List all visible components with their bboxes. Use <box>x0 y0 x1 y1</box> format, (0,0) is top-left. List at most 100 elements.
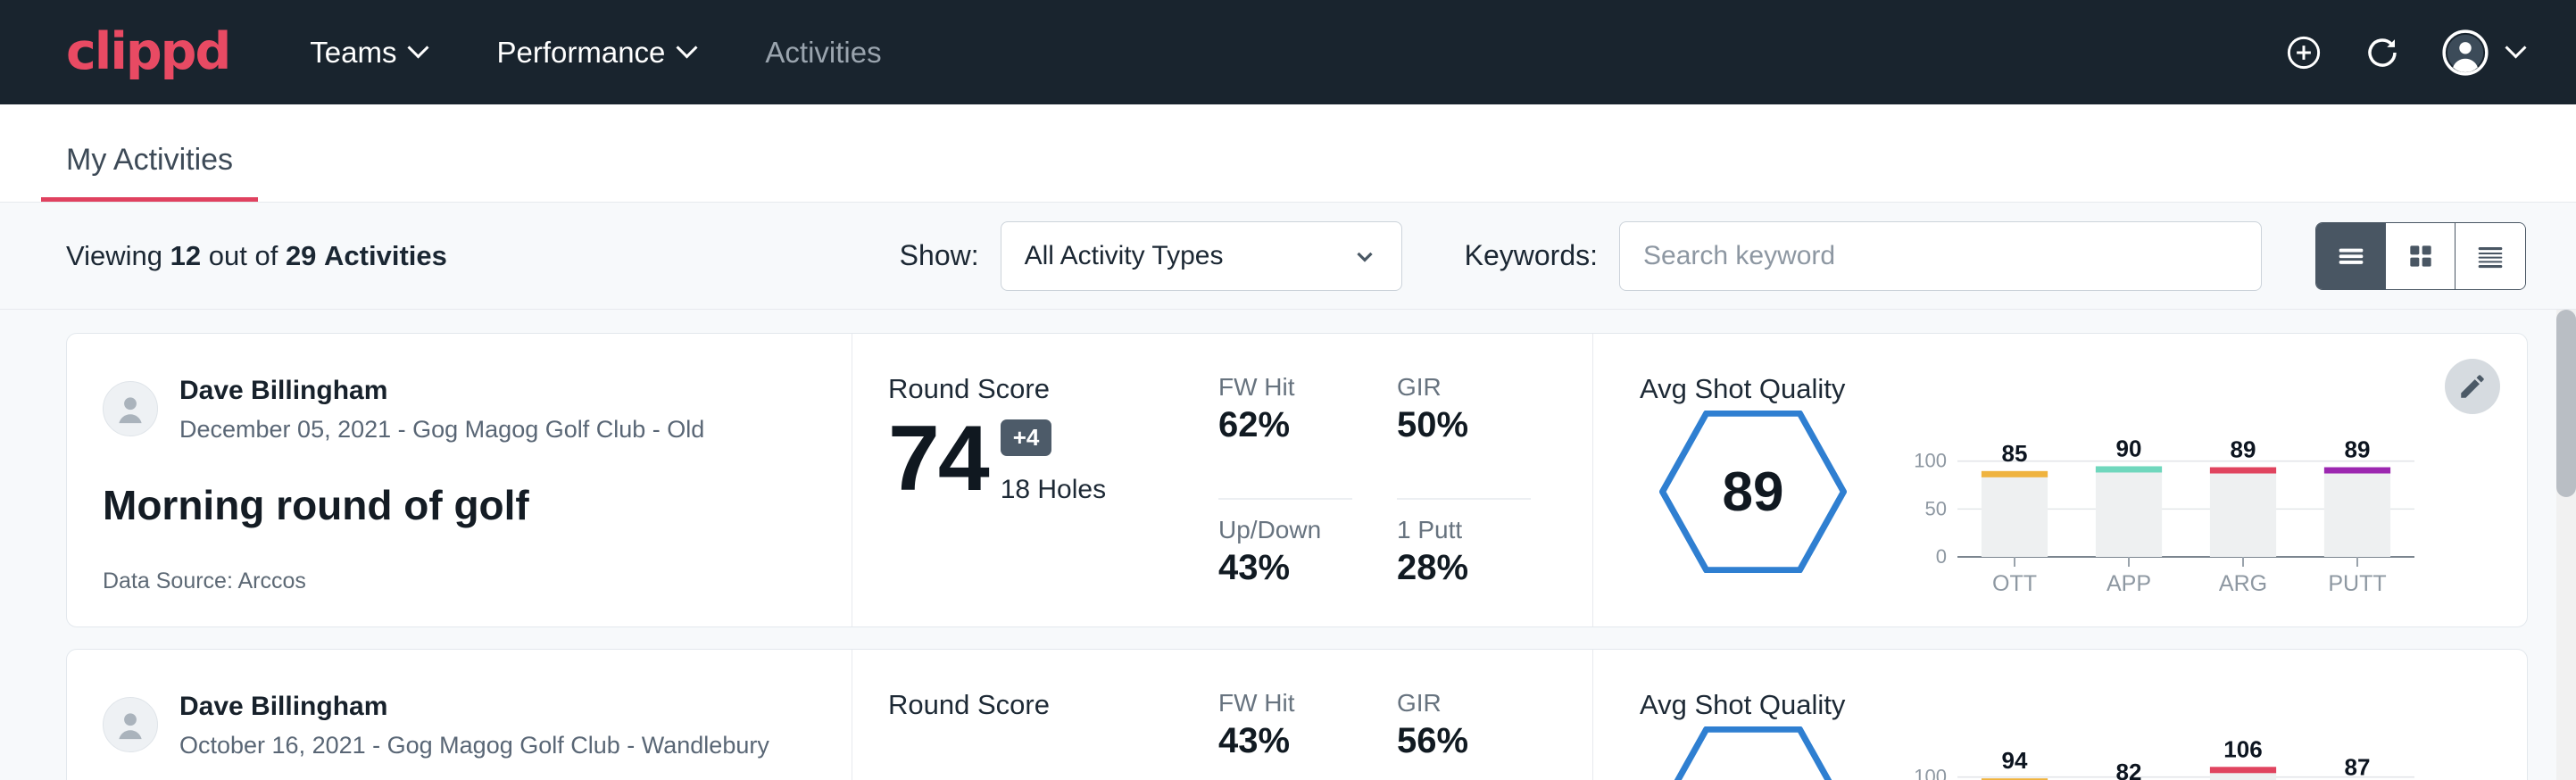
stat-gir-value: 56% <box>1397 721 1531 761</box>
svg-text:89: 89 <box>2231 436 2256 463</box>
view-mode-list-button[interactable] <box>2316 223 2386 289</box>
shot-quality-column: Avg Shot Quality 89 0 50 100 85 OTT 90 APP 89 AR… <box>1593 334 2527 626</box>
nav-item-activities-label: Activities <box>765 36 881 70</box>
tab-bar: My Activities <box>0 104 2576 203</box>
pencil-edit-icon <box>2457 371 2488 402</box>
viewing-total: 29 <box>286 240 316 271</box>
compact-list-icon <box>2472 238 2508 274</box>
shot-quality-bar-chart: 05010085OTT90APP89ARG89PUTT <box>1906 411 2423 602</box>
svg-text:0: 0 <box>1936 545 1947 568</box>
svg-text:100: 100 <box>1914 450 1947 472</box>
stat-one-putt-value: 28% <box>1397 548 1531 588</box>
stat-one-putt-label: 1 Putt <box>1397 516 1531 544</box>
view-mode-compact-button[interactable] <box>2456 223 2525 289</box>
account-avatar-icon <box>2442 29 2489 76</box>
clippd-logo[interactable]: clippd <box>66 27 229 78</box>
stat-up-down: Up/Down 43% <box>1218 516 1352 626</box>
stat-gir-label: GIR <box>1397 373 1531 402</box>
avatar <box>103 381 158 436</box>
activity-info-column: Dave Billingham October 16, 2021 - Gog M… <box>67 650 852 780</box>
nav-item-teams[interactable]: Teams <box>310 36 428 70</box>
search-input[interactable]: Search keyword <box>1619 221 2262 291</box>
top-navigation-bar: clippd Teams Performance Activities <box>0 0 2576 104</box>
nav-item-activities[interactable]: Activities <box>765 36 881 70</box>
person-avatar-icon <box>110 704 151 745</box>
stat-gir-label: GIR <box>1397 689 1531 718</box>
activity-data-source: Data Source: Arccos <box>103 568 816 594</box>
refresh-icon[interactable] <box>2364 34 2401 71</box>
stat-fw-hit-value: 43% <box>1218 721 1352 761</box>
primary-nav: Teams Performance Activities <box>310 36 881 70</box>
svg-text:85: 85 <box>2002 440 2028 467</box>
stat-fw-hit-label: FW Hit <box>1218 373 1352 402</box>
filter-controls: Show: All Activity Types Keywords: Searc… <box>900 221 2526 291</box>
viewing-suffix: Activities <box>324 240 447 271</box>
activity-list: Dave Billingham December 05, 2021 - Gog … <box>0 310 2576 780</box>
avg-shot-quality-label: Avg Shot Quality <box>1640 689 2491 721</box>
chevron-down-icon <box>679 40 697 58</box>
stat-fw-hit: FW Hit 62% <box>1218 373 1352 500</box>
grid-view-icon <box>2403 238 2439 274</box>
stat-up-down-label: Up/Down <box>1218 516 1352 544</box>
view-mode-grid-button[interactable] <box>2386 223 2456 289</box>
holes-played-label: 18 Holes <box>1001 475 1106 505</box>
tab-my-activities-label: My Activities <box>66 143 233 177</box>
round-stats-grid: FW Hit 62% GIR 50% Up/Down 43% 1 Putt 28… <box>1209 334 1593 626</box>
avg-shot-quality-label: Avg Shot Quality <box>1640 373 2491 405</box>
svg-text:OTT: OTT <box>1992 571 2037 596</box>
scrollbar-thumb[interactable] <box>2556 310 2576 497</box>
edit-activity-button[interactable] <box>2445 359 2500 414</box>
search-placeholder: Search keyword <box>1643 241 1835 271</box>
stat-gir: GIR 50% <box>1397 373 1531 500</box>
show-label: Show: <box>900 239 979 272</box>
stat-fw-hit: FW Hit 43% <box>1218 689 1352 780</box>
page-scrollbar[interactable] <box>2556 310 2576 780</box>
svg-text:100: 100 <box>1914 766 1947 780</box>
stat-gir: GIR 56% <box>1397 689 1531 780</box>
keywords-label: Keywords: <box>1465 239 1598 272</box>
svg-text:82: 82 <box>2116 759 2142 780</box>
viewing-prefix: Viewing <box>66 240 162 271</box>
stat-up-down-value: 43% <box>1218 548 1352 588</box>
viewing-middle: out of <box>209 240 278 271</box>
svg-text:87: 87 <box>2345 754 2371 780</box>
plus-circle-icon[interactable] <box>2285 34 2323 71</box>
view-mode-toggle-group <box>2315 222 2526 290</box>
activity-info-column: Dave Billingham December 05, 2021 - Gog … <box>67 334 852 626</box>
svg-text:PUTT: PUTT <box>2328 571 2386 596</box>
avg-shot-quality-hexagon: 89 <box>1659 411 1847 573</box>
shot-quality-bar-chart: 05010094OTT82APP106ARG87PUTT <box>1906 726 2423 780</box>
viewing-summary: Viewing 12 out of 29 Activities <box>66 240 447 272</box>
stat-fw-hit-label: FW Hit <box>1218 689 1352 718</box>
viewing-count: 12 <box>170 240 201 271</box>
avg-shot-quality-hexagon <box>1659 726 1847 780</box>
nav-item-teams-label: Teams <box>310 36 396 70</box>
round-score-column: Round Score <box>852 650 1209 780</box>
activity-card[interactable]: Dave Billingham October 16, 2021 - Gog M… <box>66 649 2528 780</box>
activity-meta: December 05, 2021 - Gog Magog Golf Club … <box>179 413 704 445</box>
round-score-value: 74 <box>888 412 988 505</box>
tab-my-activities[interactable]: My Activities <box>41 143 258 202</box>
svg-text:APP: APP <box>2107 571 2151 596</box>
shot-quality-chart-svg: 05010094OTT82APP106ARG87PUTT <box>1906 726 2423 780</box>
activity-card[interactable]: Dave Billingham December 05, 2021 - Gog … <box>66 333 2528 627</box>
shot-quality-column: Avg Shot Quality 05010094OTT82APP106ARG8… <box>1593 650 2527 780</box>
stat-one-putt: 1 Putt 28% <box>1397 516 1531 626</box>
nav-item-performance-label: Performance <box>496 36 665 70</box>
chevron-down-icon <box>2508 40 2526 58</box>
nav-item-performance[interactable]: Performance <box>496 36 697 70</box>
svg-text:50: 50 <box>1925 497 1947 519</box>
activity-type-select[interactable]: All Activity Types <box>1001 221 1402 291</box>
svg-text:90: 90 <box>2116 435 2142 461</box>
round-score-column: Round Score 74 +4 18 Holes <box>852 334 1209 626</box>
chevron-down-icon <box>1351 243 1378 270</box>
score-differential-badge: +4 <box>1001 419 1052 456</box>
list-view-icon <box>2333 238 2369 274</box>
account-menu[interactable] <box>2442 29 2526 76</box>
activity-user-name: Dave Billingham <box>179 689 769 726</box>
filter-toolbar: Viewing 12 out of 29 Activities Show: Al… <box>0 203 2576 310</box>
shot-quality-chart-svg: 05010085OTT90APP89ARG89PUTT <box>1906 411 2423 598</box>
stat-gir-value: 50% <box>1397 405 1531 445</box>
svg-text:106: 106 <box>2223 735 2262 762</box>
svg-text:ARG: ARG <box>2219 571 2267 596</box>
